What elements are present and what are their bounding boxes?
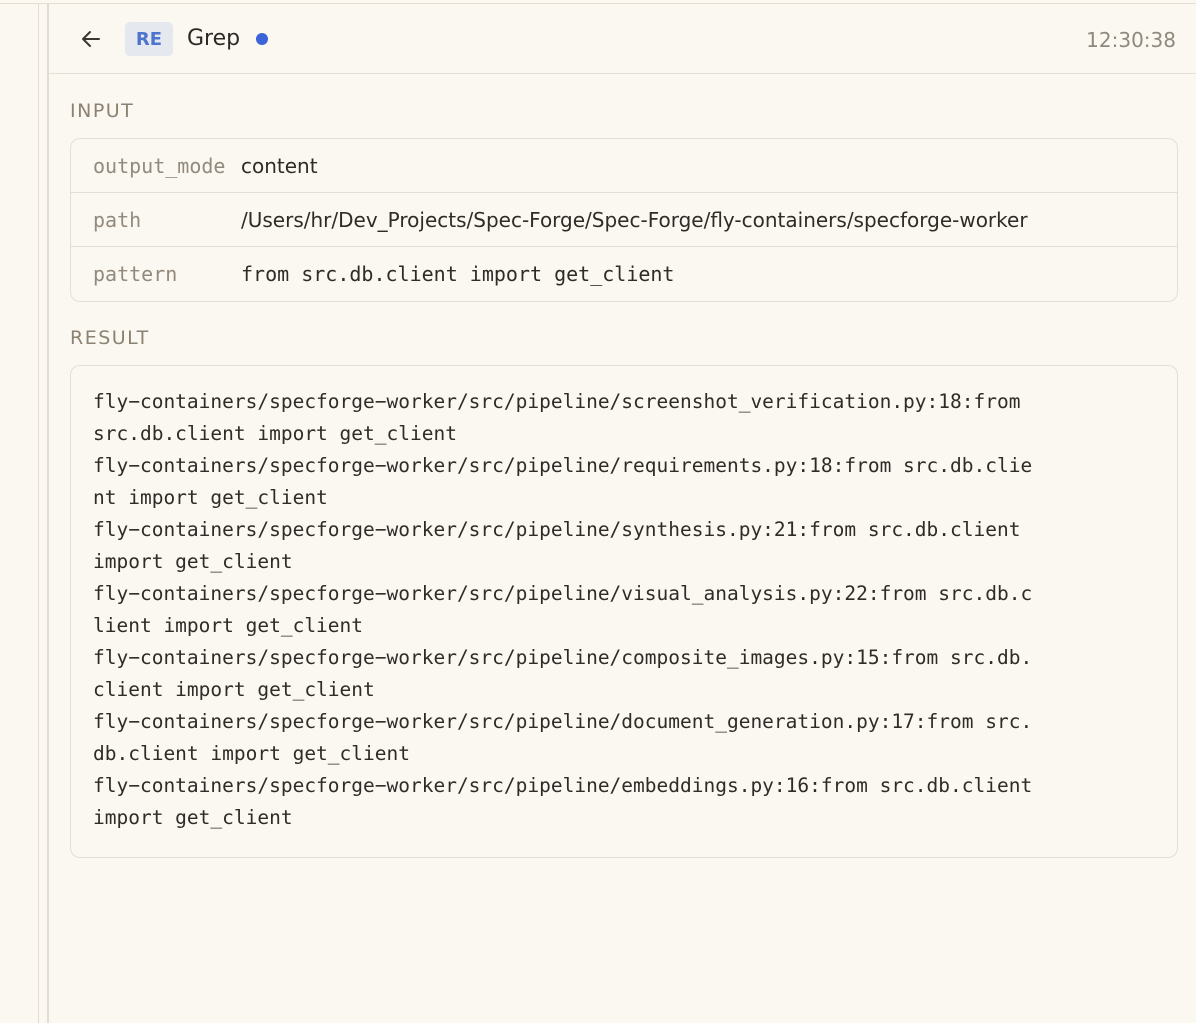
result-output-box: fly−containers/specforge−worker/src/pipe… <box>70 365 1178 858</box>
param-row-output-mode: output_mode content <box>71 139 1177 193</box>
param-value: /Users/hr/Dev_Projects/Spec-Forge/Spec-F… <box>241 208 1028 232</box>
param-value: from src.db.client import get_client <box>241 262 675 286</box>
param-value: content <box>241 154 318 178</box>
back-button[interactable] <box>75 23 107 55</box>
param-key: pattern <box>93 262 178 286</box>
input-params-table: output_mode content path /Users/hr/Dev_P… <box>70 138 1178 302</box>
sidebar-rail-border <box>47 4 49 1023</box>
result-section-label: RESULT <box>70 327 150 349</box>
status-dot <box>256 33 268 45</box>
param-key: output_mode <box>93 154 226 178</box>
arrow-left-icon <box>82 31 100 47</box>
param-key: path <box>93 208 142 232</box>
input-section-label: INPUT <box>70 100 135 122</box>
sidebar-rail-line <box>38 4 39 1023</box>
tool-name: Grep <box>187 26 241 51</box>
timestamp: 12:30:38 <box>1086 28 1176 52</box>
detail-header: RE Grep 12:30:38 <box>49 5 1196 74</box>
param-row-pattern: pattern from src.db.client import get_cl… <box>71 247 1177 301</box>
tool-call-detail-panel: RE Grep 12:30:38 INPUT output_mode conte… <box>0 0 1196 1023</box>
param-row-path: path /Users/hr/Dev_Projects/Spec-Forge/S… <box>71 193 1177 247</box>
result-output-text: fly−containers/specforge−worker/src/pipe… <box>93 390 1033 829</box>
tool-type-badge: RE <box>125 22 173 56</box>
top-divider <box>0 0 1196 4</box>
